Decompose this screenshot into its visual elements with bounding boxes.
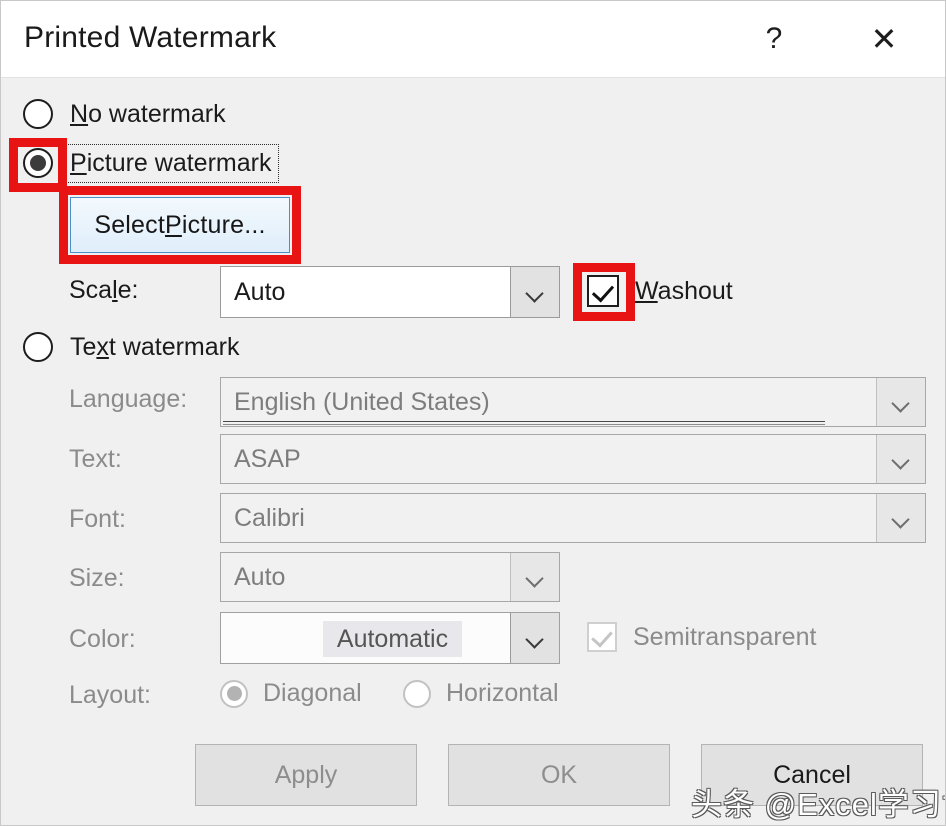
scale-combobox[interactable]: Auto: [220, 266, 560, 318]
ok-button[interactable]: OK: [448, 744, 670, 806]
accel-char-l: l: [112, 276, 118, 304]
color-dropdown-arrow[interactable]: [510, 613, 559, 663]
help-icon[interactable]: ?: [743, 11, 805, 67]
close-icon[interactable]: ✕: [853, 11, 915, 67]
title-bar: Printed Watermark ? ✕: [1, 1, 946, 78]
cancel-button[interactable]: Cancel: [701, 744, 923, 806]
font-combobox[interactable]: Calibri: [220, 493, 926, 543]
radio-no-watermark-indicator[interactable]: [23, 99, 53, 129]
chevron-down-icon: [526, 287, 544, 297]
color-label: Color:: [69, 625, 136, 654]
semitransparent-checkbox[interactable]: [587, 622, 617, 652]
language-label-row: Language:: [69, 385, 187, 414]
radio-layout-horizontal-indicator[interactable]: [403, 680, 431, 708]
radio-picture-watermark-label: Picture watermark: [70, 149, 271, 178]
font-label-row: Font:: [69, 505, 126, 534]
printed-watermark-dialog: Printed Watermark ? ✕ No watermark Pictu…: [0, 0, 946, 826]
radio-layout-diagonal-label: Diagonal: [263, 679, 362, 708]
chevron-down-icon: [892, 454, 910, 464]
text-combobox[interactable]: ASAP: [220, 434, 926, 484]
scale-label-row: Scale:: [69, 276, 139, 305]
language-label: Language:: [69, 385, 187, 414]
semitransparent-label: Semitransparent: [633, 623, 816, 652]
scale-value: Auto: [221, 267, 510, 317]
washout-label: Washout: [635, 277, 733, 306]
accel-char-p: P: [70, 149, 87, 177]
chevron-down-icon: [892, 397, 910, 407]
dialog-title: Printed Watermark: [24, 21, 276, 55]
radio-no-watermark-label: No watermark: [70, 100, 226, 129]
radio-layout-diagonal[interactable]: Diagonal: [220, 679, 362, 708]
color-label-row: Color:: [69, 625, 136, 654]
text-label-row: Text:: [69, 445, 122, 474]
text-dropdown-arrow[interactable]: [876, 435, 925, 483]
language-underline-artifact-2: [223, 424, 825, 425]
radio-no-watermark[interactable]: No watermark: [23, 99, 226, 129]
radio-layout-diagonal-indicator[interactable]: [220, 680, 248, 708]
layout-label-row: Layout:: [69, 681, 151, 710]
radio-layout-horizontal[interactable]: Horizontal: [403, 679, 559, 708]
text-label: Text:: [69, 445, 122, 474]
size-dropdown-arrow[interactable]: [510, 553, 559, 601]
washout-checkbox-row[interactable]: Washout: [587, 275, 733, 307]
radio-picture-watermark-indicator[interactable]: [23, 148, 53, 178]
chevron-down-icon: [892, 513, 910, 523]
washout-checkbox[interactable]: [587, 275, 619, 307]
layout-label: Layout:: [69, 681, 151, 710]
scale-dropdown-arrow[interactable]: [510, 267, 559, 317]
size-value: Auto: [221, 553, 510, 601]
apply-button[interactable]: Apply: [195, 744, 417, 806]
accel-char-x: x: [96, 333, 109, 361]
color-combobox[interactable]: Automatic: [220, 612, 560, 664]
semitransparent-checkbox-row[interactable]: Semitransparent: [587, 622, 816, 652]
language-combobox[interactable]: English (United States): [220, 377, 926, 427]
language-value: English (United States): [221, 378, 876, 426]
language-underline-artifact: [223, 421, 825, 422]
radio-text-watermark-label: Text watermark: [70, 333, 240, 362]
size-label: Size:: [69, 564, 125, 593]
accel-char-w: W: [635, 277, 658, 305]
accel-char-n: N: [70, 100, 88, 128]
radio-picture-watermark[interactable]: Picture watermark: [23, 148, 271, 178]
radio-text-watermark[interactable]: Text watermark: [23, 332, 240, 362]
text-value: ASAP: [221, 435, 876, 483]
radio-text-watermark-indicator[interactable]: [23, 332, 53, 362]
chevron-down-icon: [526, 572, 544, 582]
size-label-row: Size:: [69, 564, 125, 593]
font-value: Calibri: [221, 494, 876, 542]
language-dropdown-arrow[interactable]: [876, 378, 925, 426]
chevron-down-icon: [526, 633, 544, 643]
accel-char-p2: P: [165, 211, 182, 240]
size-combobox[interactable]: Auto: [220, 552, 560, 602]
font-label: Font:: [69, 505, 126, 534]
scale-label: Scale:: [69, 276, 139, 305]
font-dropdown-arrow[interactable]: [876, 494, 925, 542]
color-value: Automatic: [323, 621, 462, 657]
select-picture-button[interactable]: Select Picture...: [70, 197, 290, 253]
radio-layout-horizontal-label: Horizontal: [446, 679, 559, 708]
